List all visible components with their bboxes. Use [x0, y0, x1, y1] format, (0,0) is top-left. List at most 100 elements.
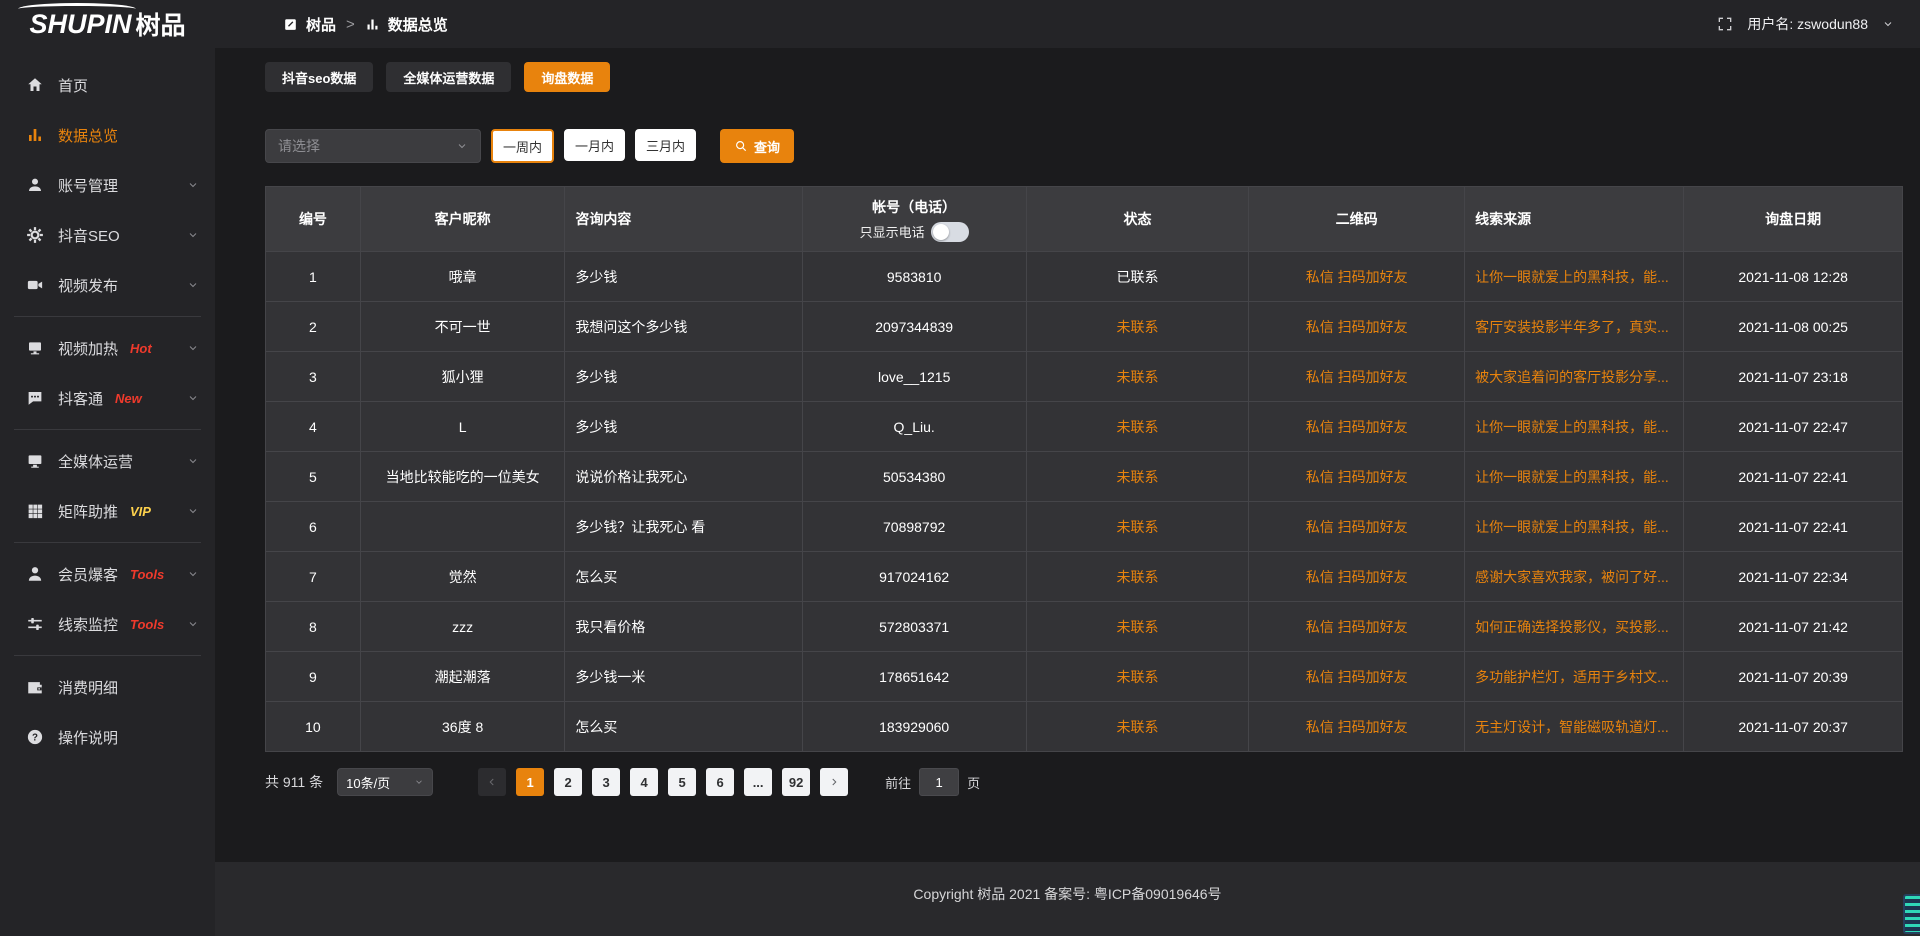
range-chips: 一周内一月内三月内 [481, 129, 696, 163]
page-number-button[interactable]: 5 [668, 768, 696, 796]
qrcode-link[interactable]: 私信 扫码加好友 [1249, 552, 1465, 601]
table-row: 4 L 多少钱 Q_Liu. 未联系 私信 扫码加好友 让你一眼就爱上的黑科技，… [266, 401, 1902, 451]
cell-no: 7 [266, 552, 361, 601]
fullscreen-icon[interactable] [1717, 16, 1733, 32]
cell-no: 9 [266, 652, 361, 701]
page-number-button[interactable]: ... [744, 768, 772, 796]
breadcrumb-root[interactable]: 树品 [306, 14, 336, 35]
qrcode-link[interactable]: 私信 扫码加好友 [1249, 452, 1465, 501]
goto-page-input[interactable] [919, 768, 959, 796]
sidebar-item-member-baoke[interactable]: 会员爆客 Tools [0, 549, 215, 599]
source-link[interactable]: 让你一眼就爱上的黑科技，能... [1465, 402, 1684, 451]
prev-page-button[interactable] [478, 768, 506, 796]
sidebar-item-data-overview[interactable]: 数据总览 [0, 110, 215, 160]
sidebar-item-matrix-boost[interactable]: 矩阵助推 VIP [0, 486, 215, 536]
source-link[interactable]: 多功能护栏灯，适用于乡村文... [1465, 652, 1684, 701]
cell-account: 70898792 [803, 502, 1027, 551]
cell-no: 2 [266, 302, 361, 351]
column-header-status: 状态 [1027, 187, 1249, 251]
filter-select[interactable]: 请选择 [265, 129, 481, 163]
cell-date: 2021-11-07 20:39 [1684, 652, 1902, 701]
chevron-down-icon [187, 568, 199, 580]
source-link[interactable]: 如何正确选择投影仪，买投影... [1465, 602, 1684, 651]
sidebar-item-omni-media[interactable]: 全媒体运营 [0, 436, 215, 486]
sidebar-item-operation-guide[interactable]: 操作说明 [0, 712, 215, 762]
sidebar-item-lead-monitor[interactable]: 线索监控 Tools [0, 599, 215, 649]
chart-icon [365, 17, 380, 32]
username-label[interactable]: 用户名: zswodun88 [1747, 14, 1868, 34]
table-row: 10 36度 8 怎么买 183929060 未联系 私信 扫码加好友 无主灯设… [266, 701, 1902, 751]
qrcode-link[interactable]: 私信 扫码加好友 [1249, 652, 1465, 701]
source-link[interactable]: 被大家追着问的客厅投影分享... [1465, 352, 1684, 401]
range-chip-1[interactable]: 一月内 [564, 129, 625, 161]
cell-no: 10 [266, 702, 361, 751]
cell-content: 多少钱 [565, 252, 802, 301]
page-number-button[interactable]: 92 [782, 768, 810, 796]
column-header-no: 编号 [266, 187, 361, 251]
query-button[interactable]: 查询 [720, 129, 794, 163]
breadcrumb-separator: > [346, 16, 355, 33]
page-size-select[interactable]: 10条/页 [337, 768, 433, 796]
table-row: 3 狐小狸 多少钱 love__1215 未联系 私信 扫码加好友 被大家追着问… [266, 351, 1902, 401]
logo-text-cn: 树品 [136, 6, 186, 42]
sidebar-item-consumption-detail[interactable]: 消费明细 [0, 662, 215, 712]
goto-suffix: 页 [967, 773, 980, 792]
source-link[interactable]: 让你一眼就爱上的黑科技，能... [1465, 252, 1684, 301]
qrcode-link[interactable]: 私信 扫码加好友 [1249, 702, 1465, 751]
cell-nickname: 不可一世 [361, 302, 566, 351]
tab-2[interactable]: 询盘数据 [524, 62, 610, 92]
source-link[interactable]: 让你一眼就爱上的黑科技，能... [1465, 452, 1684, 501]
qrcode-link[interactable]: 私信 扫码加好友 [1249, 402, 1465, 451]
qrcode-link[interactable]: 私信 扫码加好友 [1249, 502, 1465, 551]
cell-date: 2021-11-07 22:34 [1684, 552, 1902, 601]
tab-1[interactable]: 全媒体运营数据 [386, 62, 511, 92]
cell-nickname: 觉然 [361, 552, 566, 601]
goto-page: 前往 页 [885, 768, 980, 796]
chevron-right-icon [828, 776, 840, 788]
range-chip-0[interactable]: 一周内 [491, 129, 554, 163]
next-page-button[interactable] [820, 768, 848, 796]
sidebar-item-home[interactable]: 首页 [0, 60, 215, 110]
status-badge: 未联系 [1027, 352, 1249, 401]
total-count-label: 共 911 条 [265, 772, 323, 792]
chevron-down-icon [187, 229, 199, 241]
page-number-button[interactable]: 6 [706, 768, 734, 796]
status-badge: 未联系 [1027, 652, 1249, 701]
corner-widget[interactable] [1903, 894, 1920, 934]
sidebar-menu: 首页 数据总览 账号管理 抖音SEO 视频发布 视频加热 Hot 抖客通 New… [0, 48, 215, 936]
source-link[interactable]: 无主灯设计，智能磁吸轨道灯... [1465, 702, 1684, 751]
page-number-button[interactable]: 1 [516, 768, 544, 796]
status-badge: 未联系 [1027, 402, 1249, 451]
page-number-button[interactable]: 2 [554, 768, 582, 796]
cell-content: 我只看价格 [565, 602, 802, 651]
chevron-down-icon[interactable] [1882, 18, 1894, 30]
sidebar-item-video-heating[interactable]: 视频加热 Hot [0, 323, 215, 373]
sidebar-divider [14, 316, 201, 317]
sidebar-item-video-publish[interactable]: 视频发布 [0, 260, 215, 310]
pagination: 共 911 条 10条/页 123456... 92 前往 页 [265, 768, 1903, 796]
sidebar-item-doukutong[interactable]: 抖客通 New [0, 373, 215, 423]
home-icon [26, 76, 44, 94]
page-number-button[interactable]: 3 [592, 768, 620, 796]
chevron-down-icon [187, 392, 199, 404]
page-number-button[interactable]: 4 [630, 768, 658, 796]
logo[interactable]: SHUPIN 树品 [0, 0, 215, 48]
source-link[interactable]: 感谢大家喜欢我家，被问了好... [1465, 552, 1684, 601]
sidebar-item-douyin-seo[interactable]: 抖音SEO [0, 210, 215, 260]
source-link[interactable]: 让你一眼就爱上的黑科技，能... [1465, 502, 1684, 551]
qrcode-link[interactable]: 私信 扫码加好友 [1249, 252, 1465, 301]
chevron-down-icon [187, 342, 199, 354]
source-link[interactable]: 客厅安装投影半年多了，真实... [1465, 302, 1684, 351]
table-row: 6 多少钱？让我死心 看 70898792 未联系 私信 扫码加好友 让你一眼就… [266, 501, 1902, 551]
qrcode-link[interactable]: 私信 扫码加好友 [1249, 602, 1465, 651]
top-bar: SHUPIN 树品 树品 > 数据总览 用户名: zswodun88 [0, 0, 1920, 48]
qrcode-link[interactable]: 私信 扫码加好友 [1249, 302, 1465, 351]
sidebar-item-account-management[interactable]: 账号管理 [0, 160, 215, 210]
phone-only-toggle[interactable] [931, 222, 969, 242]
cell-no: 3 [266, 352, 361, 401]
qrcode-link[interactable]: 私信 扫码加好友 [1249, 352, 1465, 401]
goto-label: 前往 [885, 773, 911, 792]
tab-0[interactable]: 抖音seo数据 [265, 62, 373, 92]
range-chip-2[interactable]: 三月内 [635, 129, 696, 161]
sidebar-divider [14, 542, 201, 543]
